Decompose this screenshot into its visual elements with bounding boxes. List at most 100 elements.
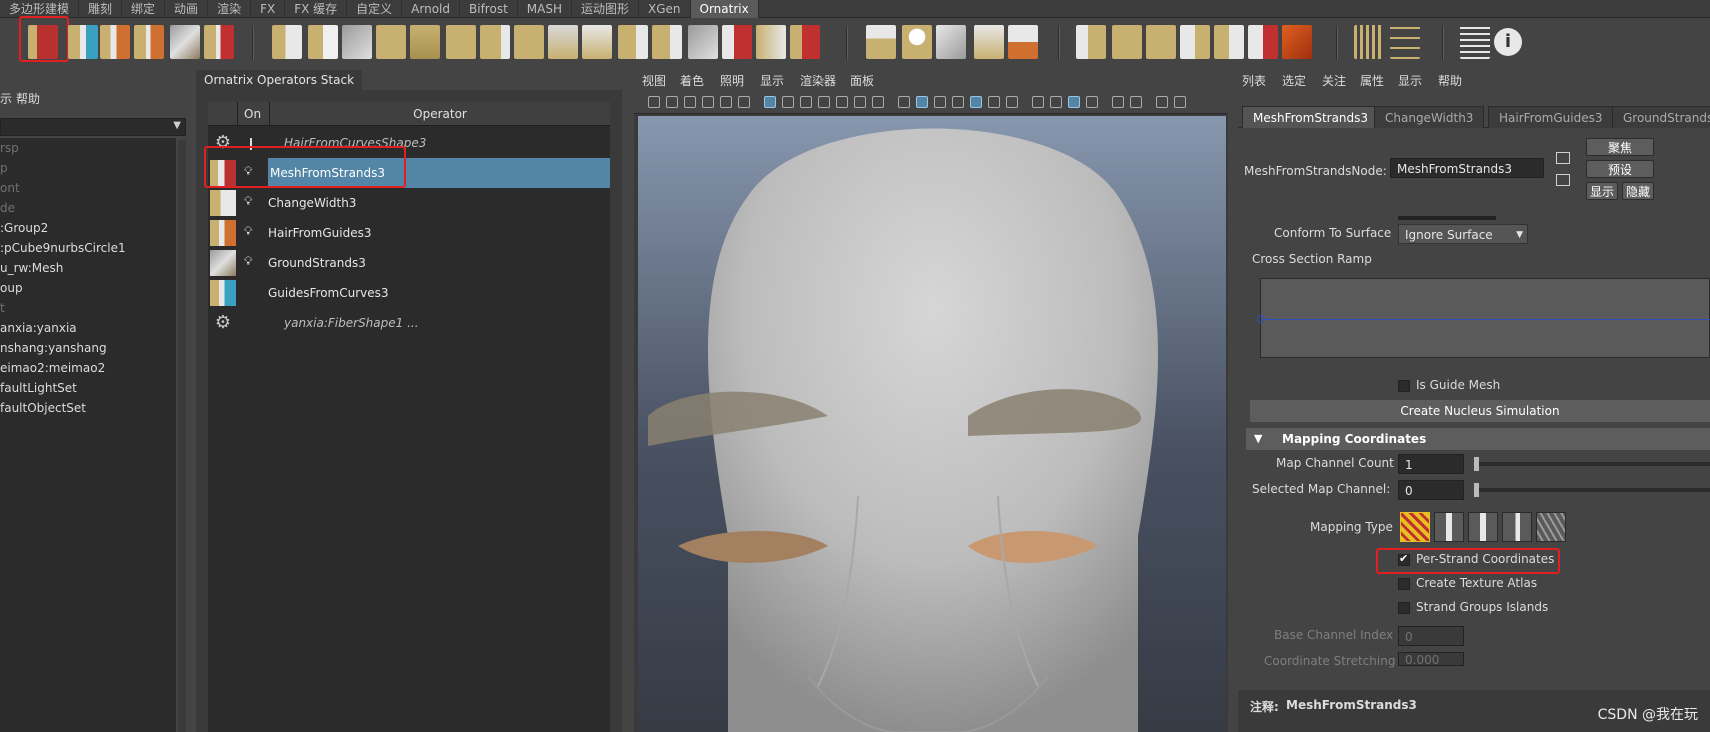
outliner-item[interactable]: nshang:yanshang <box>0 338 107 358</box>
resolution-gate-icon[interactable] <box>800 96 812 108</box>
base-channel-index-field[interactable]: 0 <box>1398 626 1464 646</box>
four-panel-icon[interactable] <box>1174 96 1186 108</box>
lightbulb-icon[interactable]: 💡︎ <box>244 224 256 242</box>
safe-title-icon[interactable] <box>872 96 884 108</box>
ae-menu-selected[interactable]: 选定 <box>1282 70 1306 92</box>
outliner-item[interactable]: rsp <box>0 138 19 158</box>
push-away-shelf-icon[interactable] <box>582 25 612 59</box>
outliner-menu-help[interactable]: 帮助 <box>16 90 40 107</box>
ground-strands-shelf-icon[interactable] <box>170 25 200 59</box>
grease-pencil-icon[interactable] <box>738 96 750 108</box>
braid-shelf-icon[interactable] <box>410 25 440 59</box>
moov-shelf-icon[interactable] <box>866 25 896 59</box>
hair-from-guides-shelf-icon[interactable] <box>100 25 130 59</box>
grid-snap-shelf-icon[interactable] <box>1390 25 1420 59</box>
focus-output-icon[interactable] <box>1556 174 1570 186</box>
shelf-tab-fx[interactable]: FX <box>251 0 286 18</box>
presets-button[interactable]: 预设 <box>1586 160 1654 178</box>
brush-shelf-icon[interactable] <box>1112 25 1142 59</box>
selected-map-channel-slider-handle[interactable] <box>1474 483 1479 497</box>
ae-tab-change-width[interactable]: ChangeWidth3 <box>1374 106 1485 128</box>
selected-map-channel-field[interactable]: 0 <box>1398 480 1464 500</box>
lightbulb-icon[interactable]: 💡︎ <box>244 194 256 212</box>
2d-pan-zoom-icon[interactable] <box>720 96 732 108</box>
node-name-field[interactable]: MeshFromStrands3 <box>1390 158 1544 178</box>
outliner-item[interactable]: anxia:yanxia <box>0 318 77 338</box>
mapping-coordinates-section[interactable]: ▼ Mapping Coordinates <box>1246 428 1710 450</box>
shelf-tab-custom[interactable]: 自定义 <box>347 0 403 18</box>
shelf-tab-mash[interactable]: MASH <box>518 0 572 18</box>
map-channel-count-slider-handle[interactable] <box>1474 457 1479 471</box>
create-nucleus-simulation-button[interactable]: Create Nucleus Simulation <box>1250 400 1710 422</box>
strand-groups-islands-checkbox[interactable] <box>1398 602 1410 614</box>
operator-column-header[interactable]: Operator <box>270 102 610 126</box>
shelf-tab-bifrost[interactable]: Bifrost <box>460 0 518 18</box>
mapping-type-uv-icon[interactable] <box>1536 512 1566 542</box>
smooth-shade-icon[interactable] <box>916 96 928 108</box>
outliner-item[interactable]: eimao2:meimao2 <box>0 358 105 378</box>
operator-row[interactable]: 💡︎ ChangeWidth3 <box>208 188 610 218</box>
ae-tab-hair-from-guides[interactable]: HairFromGuides3 <box>1488 106 1614 128</box>
gate-mask-icon[interactable] <box>818 96 830 108</box>
strand-brush-shelf-icon[interactable] <box>1146 25 1176 59</box>
render-settings-shelf-icon[interactable] <box>1282 25 1312 59</box>
list-shelf-icon[interactable] <box>1460 25 1490 59</box>
depth-of-field-icon[interactable] <box>1086 96 1098 108</box>
is-guide-mesh-checkbox[interactable] <box>1398 380 1410 392</box>
map-channel-count-field[interactable]: 1 <box>1398 454 1464 474</box>
merge-shelf-icon[interactable] <box>756 25 786 59</box>
screen-space-ao-icon[interactable] <box>1032 96 1044 108</box>
edit-guides-shelf-icon[interactable] <box>1076 25 1106 59</box>
mapping-type-root-icon[interactable] <box>1502 512 1532 542</box>
on-column-header[interactable]: On <box>238 102 270 126</box>
add-guides-shelf-icon[interactable] <box>1180 25 1210 59</box>
outliner-item[interactable]: faultObjectSet <box>0 398 86 418</box>
ae-menu-focus[interactable]: 关注 <box>1322 70 1346 92</box>
conform-to-surface-select[interactable]: Ignore Surface ▼ <box>1398 224 1528 244</box>
shelf-tab-rendering[interactable]: 渲染 <box>208 0 252 18</box>
grid-toggle-icon[interactable] <box>764 96 776 108</box>
motion-blur-icon[interactable] <box>1050 96 1062 108</box>
film-gate-icon[interactable] <box>782 96 794 108</box>
safe-action-icon[interactable] <box>854 96 866 108</box>
ae-menu-list[interactable]: 列表 <box>1242 70 1266 92</box>
surface-comb-shelf-icon[interactable] <box>342 25 372 59</box>
ae-menu-show[interactable]: 显示 <box>1398 70 1422 92</box>
propagation-shelf-icon[interactable] <box>618 25 648 59</box>
default-material-icon[interactable] <box>934 96 946 108</box>
mesh-from-strands-shelf-icon[interactable] <box>28 25 58 59</box>
mesh-ground-shelf-icon[interactable] <box>688 25 718 59</box>
viewport-menu-shading[interactable]: 着色 <box>680 70 704 92</box>
curl-shelf-icon[interactable] <box>308 25 338 59</box>
outliner-item[interactable]: oup <box>0 278 23 298</box>
mapping-type-per-strand-icon[interactable] <box>1400 512 1430 542</box>
sphere-collision-shelf-icon[interactable] <box>902 25 932 59</box>
bookmark-icon[interactable] <box>684 96 696 108</box>
info-icon[interactable]: i <box>1494 28 1522 56</box>
mesh-collision-shelf-icon[interactable] <box>936 25 966 59</box>
outliner-scrollbar[interactable] <box>178 140 186 732</box>
change-width-shelf-icon[interactable] <box>134 25 164 59</box>
field-chart-icon[interactable] <box>836 96 848 108</box>
mapping-type-strand-icon[interactable] <box>1434 512 1464 542</box>
rotate-strands-shelf-icon[interactable] <box>514 25 544 59</box>
isolate-select-icon[interactable] <box>1112 96 1124 108</box>
show-button[interactable]: 显示 <box>1586 182 1618 200</box>
outliner-item[interactable]: t <box>0 298 5 318</box>
outliner-item[interactable]: ont <box>0 178 20 198</box>
lightbulb-icon[interactable]: 💡︎ <box>244 254 256 272</box>
grid-shelf-icon[interactable] <box>1354 25 1384 59</box>
viewport-menu-view[interactable]: 视图 <box>642 70 666 92</box>
wireframe-icon[interactable] <box>898 96 910 108</box>
wireframe-on-shaded-icon[interactable] <box>952 96 964 108</box>
hide-button[interactable]: 隐藏 <box>1622 182 1654 200</box>
viewport-canvas[interactable] <box>638 116 1226 732</box>
anti-aliasing-icon[interactable] <box>1068 96 1080 108</box>
shelf-tab-fx-cache[interactable]: FX 缓存 <box>285 0 348 18</box>
operator-row[interactable]: ⚙ yanxia:FiberShape1 ... <box>208 308 610 338</box>
save-file-shelf-icon[interactable] <box>1248 25 1278 59</box>
shelf-tab-sculpting[interactable]: 雕刻 <box>79 0 123 18</box>
viewport-menu-renderer[interactable]: 渲染器 <box>800 70 836 92</box>
outliner-item[interactable]: :pCube9nurbsCircle1 <box>0 238 126 258</box>
shelf-tab-motion-graphics[interactable]: 运动图形 <box>572 0 639 18</box>
